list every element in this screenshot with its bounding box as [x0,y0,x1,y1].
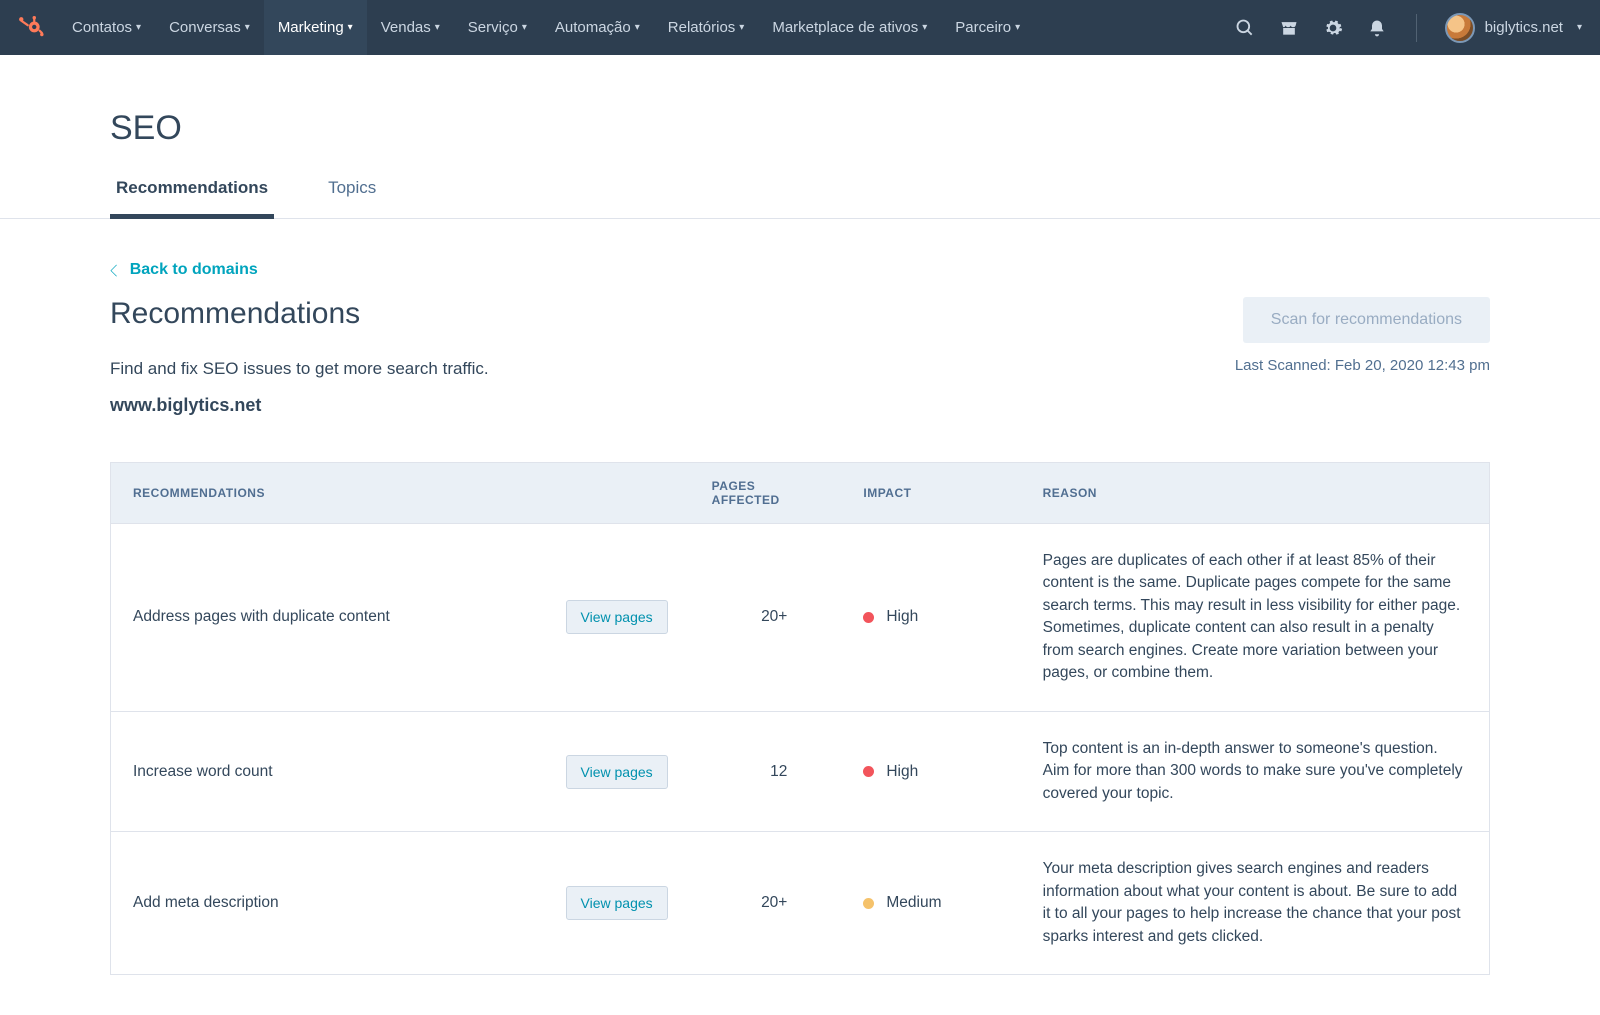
nav-label: Parceiro [955,19,1011,36]
section-header: Recommendations Find and fix SEO issues … [110,297,1490,440]
recommendation-name: Address pages with duplicate content [133,608,390,626]
table-row: Increase word count View pages 12 High Top c… [111,711,1490,831]
nav-label: Serviço [468,19,518,36]
recommendation-name: Add meta description [133,894,279,912]
last-scanned: Last Scanned: Feb 20, 2020 12:43 pm [1235,357,1490,374]
view-pages-button[interactable]: View pages [566,886,668,920]
nav-right: biglytics.net ▾ [1234,13,1582,43]
top-nav: Contatos▾ Conversas▾ Marketing▾ Vendas▾ … [0,0,1600,55]
nav-item-contatos[interactable]: Contatos ▾ [58,0,155,55]
nav-label: Relatórios [668,19,736,36]
view-pages-button[interactable]: View pages [566,600,668,634]
pages-affected: 20+ [690,832,842,975]
col-header-pages-affected[interactable]: PAGES AFFECTED [690,463,842,524]
page-body: SEO Recommendations Topics ∟ Back to dom… [0,55,1600,1015]
chevron-down-icon: ▾ [522,22,527,33]
bell-icon[interactable] [1366,17,1388,39]
impact-dot-icon [863,612,874,623]
divider [1416,14,1417,42]
avatar [1445,13,1475,43]
pages-affected: 20+ [690,524,842,712]
nav-item-vendas[interactable]: Vendas ▾ [367,0,454,55]
col-header-recommendations[interactable]: RECOMMENDATIONS [111,463,690,524]
chevron-down-icon: ▾ [136,22,141,33]
pages-affected: 12 [690,711,842,831]
gear-icon[interactable] [1322,17,1344,39]
chevron-down-icon: ▾ [348,22,353,33]
scan-button[interactable]: Scan for recommendations [1243,297,1490,343]
page-title: SEO [110,109,1490,148]
nav-label: Conversas [169,19,241,36]
table-row: Add meta description View pages 20+ Medium Y… [111,832,1490,975]
chevron-down-icon: ▾ [739,22,744,33]
reason-text: Pages are duplicates of each other if at… [1021,524,1490,712]
nav-label: Vendas [381,19,431,36]
nav-label: Marketplace de ativos [772,19,918,36]
nav-item-conversas[interactable]: Conversas ▾ [155,0,264,55]
back-to-domains-link[interactable]: ∟ Back to domains [110,261,258,279]
hubspot-logo[interactable] [18,15,44,41]
tabs: Recommendations Topics [0,178,1600,219]
nav-label: Marketing [278,19,344,36]
chevron-down-icon: ▾ [635,22,640,33]
impact-dot-icon [863,766,874,777]
impact-label: High [886,763,918,781]
chevron-down-icon: ▾ [435,22,440,33]
tab-topics[interactable]: Topics [322,178,382,218]
chevron-down-icon: ▾ [922,22,927,33]
chevron-left-icon: ∟ [106,259,127,280]
nav-item-marketing[interactable]: Marketing ▾ [264,0,367,55]
marketplace-icon[interactable] [1278,17,1300,39]
reason-text: Top content is an in-depth answer to som… [1021,711,1490,831]
chevron-down-icon: ▾ [1015,22,1020,33]
view-pages-button[interactable]: View pages [566,755,668,789]
col-header-impact[interactable]: IMPACT [841,463,1020,524]
section-title: Recommendations [110,297,1235,331]
chevron-down-icon: ▾ [1577,22,1582,33]
nav-item-parceiro[interactable]: Parceiro ▾ [941,0,1034,55]
recommendations-table: RECOMMENDATIONS PAGES AFFECTED IMPACT RE… [110,462,1490,975]
nav-label: Contatos [72,19,132,36]
nav-item-relatorios[interactable]: Relatórios▾ [654,0,759,55]
sprocket-icon [18,15,44,41]
impact-label: High [886,608,918,626]
col-header-reason[interactable]: REASON [1021,463,1490,524]
tab-recommendations[interactable]: Recommendations [110,178,274,219]
recommendation-name: Increase word count [133,763,273,781]
nav-item-automacao[interactable]: Automação ▾ [541,0,654,55]
reason-text: Your meta description gives search engin… [1021,832,1490,975]
chevron-down-icon: ▾ [245,22,250,33]
section-subtitle: Find and fix SEO issues to get more sear… [110,359,1235,379]
impact-label: Medium [886,894,941,912]
nav-item-marketplace[interactable]: Marketplace de ativos ▾ [758,0,941,55]
search-icon[interactable] [1234,17,1256,39]
account-label: biglytics.net [1485,19,1563,36]
impact-dot-icon [863,898,874,909]
nav-label: Automação [555,19,631,36]
account-menu[interactable]: biglytics.net ▾ [1445,13,1582,43]
table-row: Address pages with duplicate content View… [111,524,1490,712]
back-label: Back to domains [130,261,258,279]
nav-items: Contatos▾ Conversas▾ Marketing▾ Vendas▾ … [58,0,1034,55]
nav-item-servico[interactable]: Serviço ▾ [454,0,541,55]
table-header-row: RECOMMENDATIONS PAGES AFFECTED IMPACT RE… [111,463,1490,524]
domain-label: www.biglytics.net [110,395,1235,416]
